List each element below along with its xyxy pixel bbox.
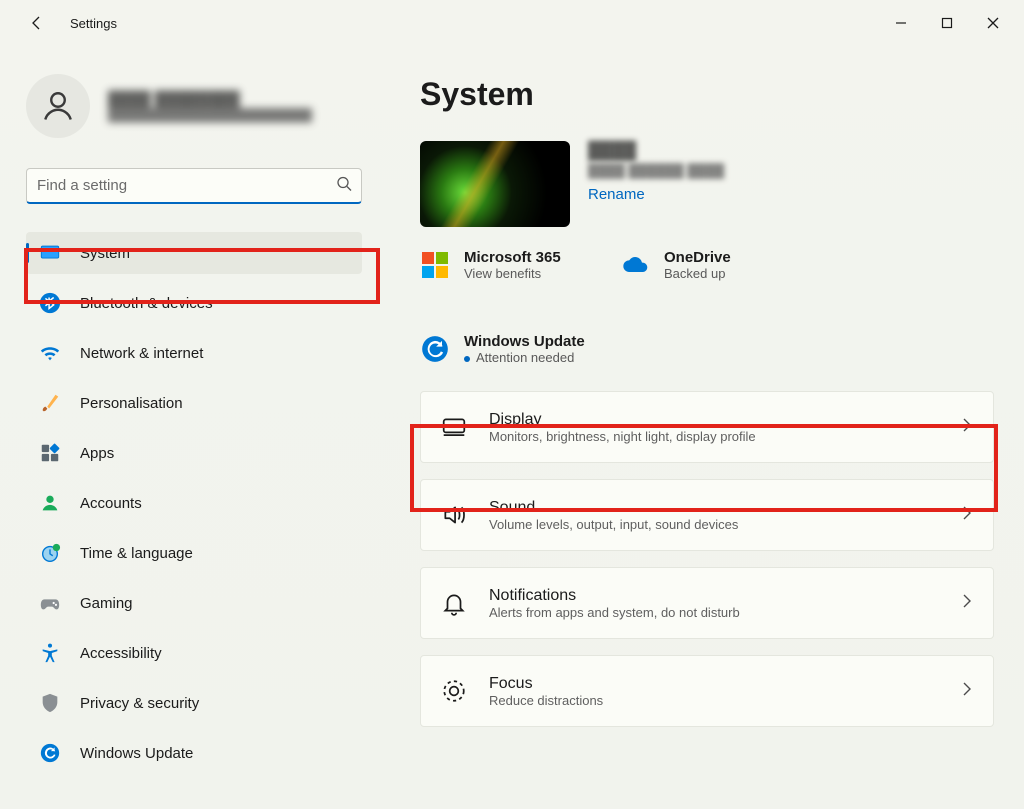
shield-icon (38, 691, 62, 715)
onedrive-icon (620, 250, 650, 280)
sidebar-item-time[interactable]: Time & language (26, 532, 362, 574)
chevron-right-icon (959, 593, 975, 614)
status-sub: Attention needed (464, 350, 585, 365)
apps-icon (38, 441, 62, 465)
status-m365[interactable]: Microsoft 365 View benefits (420, 249, 580, 281)
sidebar-item-accounts[interactable]: Accounts (26, 482, 362, 524)
card-title: Notifications (489, 587, 959, 605)
accounts-icon (38, 491, 62, 515)
search-input[interactable] (26, 168, 362, 204)
brush-icon (38, 391, 62, 415)
sidebar-item-label: Accounts (80, 495, 142, 512)
user-row[interactable]: ████ ████████ ████████████████████████ (26, 74, 362, 138)
status-title: OneDrive (664, 249, 731, 266)
sidebar-item-system[interactable]: System (26, 232, 362, 274)
back-button[interactable] (20, 6, 54, 40)
clock-icon (38, 541, 62, 565)
sidebar-item-label: Bluetooth & devices (80, 295, 213, 312)
titlebar: Settings (0, 0, 1024, 46)
main-content: System ████ ████ ██████ ████ Rename Micr… (380, 46, 1024, 809)
status-winupdate[interactable]: Windows Update Attention needed (420, 333, 994, 365)
windows-update-icon (420, 334, 450, 364)
microsoft-logo-icon (420, 250, 450, 280)
minimize-button[interactable] (878, 0, 924, 46)
device-model: ████ ██████ ████ (588, 163, 724, 178)
sidebar: ████ ████████ ████████████████████████ S… (0, 46, 380, 809)
search-icon (336, 176, 352, 197)
sidebar-item-label: System (80, 245, 130, 262)
nav-list: System Bluetooth & devices Network & int… (26, 232, 362, 774)
user-email: ████████████████████████ (108, 108, 312, 122)
sidebar-item-label: Personalisation (80, 395, 183, 412)
card-title: Focus (489, 675, 959, 693)
avatar (26, 74, 90, 138)
status-onedrive[interactable]: OneDrive Backed up (620, 249, 780, 281)
card-sub: Reduce distractions (489, 693, 959, 708)
bell-icon (439, 588, 469, 618)
sidebar-item-gaming[interactable]: Gaming (26, 582, 362, 624)
card-sub: Alerts from apps and system, do not dist… (489, 605, 959, 620)
sidebar-item-label: Accessibility (80, 645, 162, 662)
card-title: Display (489, 411, 959, 429)
accessibility-icon (38, 641, 62, 665)
focus-icon (439, 676, 469, 706)
status-sub: Backed up (664, 266, 731, 281)
chevron-right-icon (959, 681, 975, 702)
sidebar-item-label: Gaming (80, 595, 133, 612)
chevron-right-icon (959, 505, 975, 526)
status-title: Microsoft 365 (464, 249, 561, 266)
system-icon (38, 241, 62, 265)
chevron-right-icon (959, 417, 975, 438)
device-name: ████ (588, 141, 724, 161)
sound-icon (439, 500, 469, 530)
display-icon (439, 412, 469, 442)
user-text: ████ ████████ ████████████████████████ (108, 91, 312, 122)
card-focus[interactable]: Focus Reduce distractions (420, 655, 994, 727)
page-title: System (420, 76, 994, 113)
sidebar-item-network[interactable]: Network & internet (26, 332, 362, 374)
update-icon (38, 741, 62, 765)
status-sub: View benefits (464, 266, 561, 281)
card-display[interactable]: Display Monitors, brightness, night ligh… (420, 391, 994, 463)
sidebar-item-label: Windows Update (80, 745, 193, 762)
card-sound[interactable]: Sound Volume levels, output, input, soun… (420, 479, 994, 551)
sidebar-item-winupdate[interactable]: Windows Update (26, 732, 362, 774)
status-title: Windows Update (464, 333, 585, 350)
status-grid: Microsoft 365 View benefits OneDrive Bac… (420, 249, 994, 377)
wallpaper-thumbnail (420, 141, 570, 227)
maximize-button[interactable] (924, 0, 970, 46)
sidebar-item-label: Apps (80, 445, 114, 462)
card-sub: Volume levels, output, input, sound devi… (489, 517, 959, 532)
sidebar-item-label: Time & language (80, 545, 193, 562)
sidebar-item-apps[interactable]: Apps (26, 432, 362, 474)
close-button[interactable] (970, 0, 1016, 46)
sidebar-item-privacy[interactable]: Privacy & security (26, 682, 362, 724)
sidebar-item-label: Privacy & security (80, 695, 199, 712)
user-name: ████ ████████ (108, 91, 312, 108)
sidebar-item-label: Network & internet (80, 345, 203, 362)
device-row: ████ ████ ██████ ████ Rename (420, 141, 994, 227)
sidebar-item-accessibility[interactable]: Accessibility (26, 632, 362, 674)
sidebar-item-bluetooth[interactable]: Bluetooth & devices (26, 282, 362, 324)
bluetooth-icon (38, 291, 62, 315)
sidebar-item-personalisation[interactable]: Personalisation (26, 382, 362, 424)
wifi-icon (38, 341, 62, 365)
window-title: Settings (70, 16, 117, 31)
gaming-icon (38, 591, 62, 615)
rename-link[interactable]: Rename (588, 186, 645, 203)
card-sub: Monitors, brightness, night light, displ… (489, 429, 959, 444)
card-notifications[interactable]: Notifications Alerts from apps and syste… (420, 567, 994, 639)
card-title: Sound (489, 499, 959, 517)
